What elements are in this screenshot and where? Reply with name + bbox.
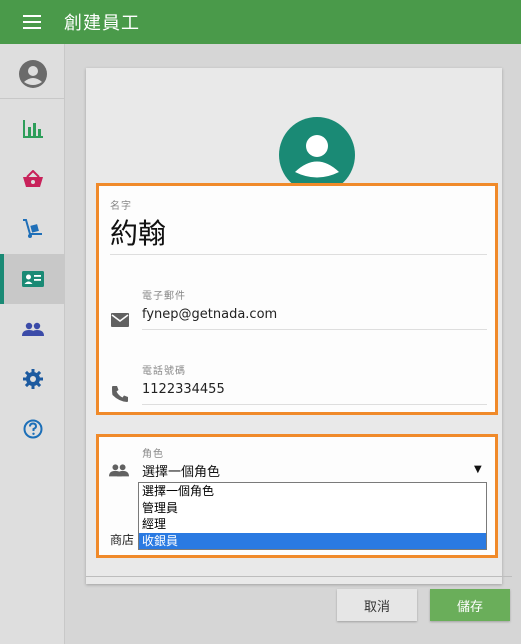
mail-icon [111, 313, 129, 327]
bar-chart-icon [22, 120, 43, 138]
phone-underline [142, 404, 487, 405]
help-icon [23, 419, 42, 439]
email-field[interactable]: fynep@getnada.com [142, 307, 277, 322]
page-title: 創建員工 [64, 13, 140, 34]
phone-label: 電話號碼 [142, 366, 186, 377]
people-icon [109, 464, 129, 477]
sidebar-item-settings[interactable] [0, 354, 65, 404]
save-button[interactable]: 儲存 [430, 589, 510, 621]
menu-button[interactable] [0, 0, 64, 44]
email-underline [142, 329, 487, 330]
email-label: 電子郵件 [142, 291, 186, 302]
gear-icon [22, 369, 43, 389]
role-dropdown-list: 選擇一個角色 管理員 經理 收銀員 [138, 482, 487, 550]
hand-truck-icon [22, 219, 42, 238]
store-label: 商店 [110, 533, 135, 547]
people-icon [21, 322, 44, 336]
employee-avatar-icon [279, 117, 355, 193]
phone-icon [112, 386, 128, 402]
id-card-icon [21, 271, 44, 287]
role-option-highlighted[interactable]: 收銀員 [139, 532, 486, 549]
sidebar-item-profile[interactable] [0, 49, 65, 99]
hamburger-icon [23, 15, 41, 29]
name-underline [110, 254, 487, 255]
sidebar [0, 44, 65, 644]
avatar-icon [18, 59, 47, 88]
name-field[interactable]: 約翰 [110, 212, 166, 252]
sidebar-item-employees[interactable] [0, 254, 65, 304]
phone-field[interactable]: 1122334455 [142, 382, 225, 397]
name-label: 名字 [110, 201, 132, 212]
divider [86, 576, 512, 577]
app-bar: 創建員工 [0, 0, 521, 44]
chevron-down-icon[interactable]: ▼ [474, 464, 482, 475]
cancel-button[interactable]: 取消 [337, 589, 417, 621]
sidebar-item-reports[interactable] [0, 104, 65, 154]
basket-icon [22, 170, 43, 187]
sidebar-item-help[interactable] [0, 404, 65, 454]
sidebar-item-sales[interactable] [0, 154, 65, 204]
role-option[interactable]: 經理 [139, 516, 486, 533]
sidebar-item-inventory[interactable] [0, 204, 65, 254]
sidebar-item-customers[interactable] [0, 304, 65, 354]
role-option[interactable]: 選擇一個角色 [139, 483, 486, 500]
role-select[interactable]: 選擇一個角色 [142, 461, 220, 480]
role-option[interactable]: 管理員 [139, 500, 486, 517]
role-label: 角色 [142, 449, 164, 460]
